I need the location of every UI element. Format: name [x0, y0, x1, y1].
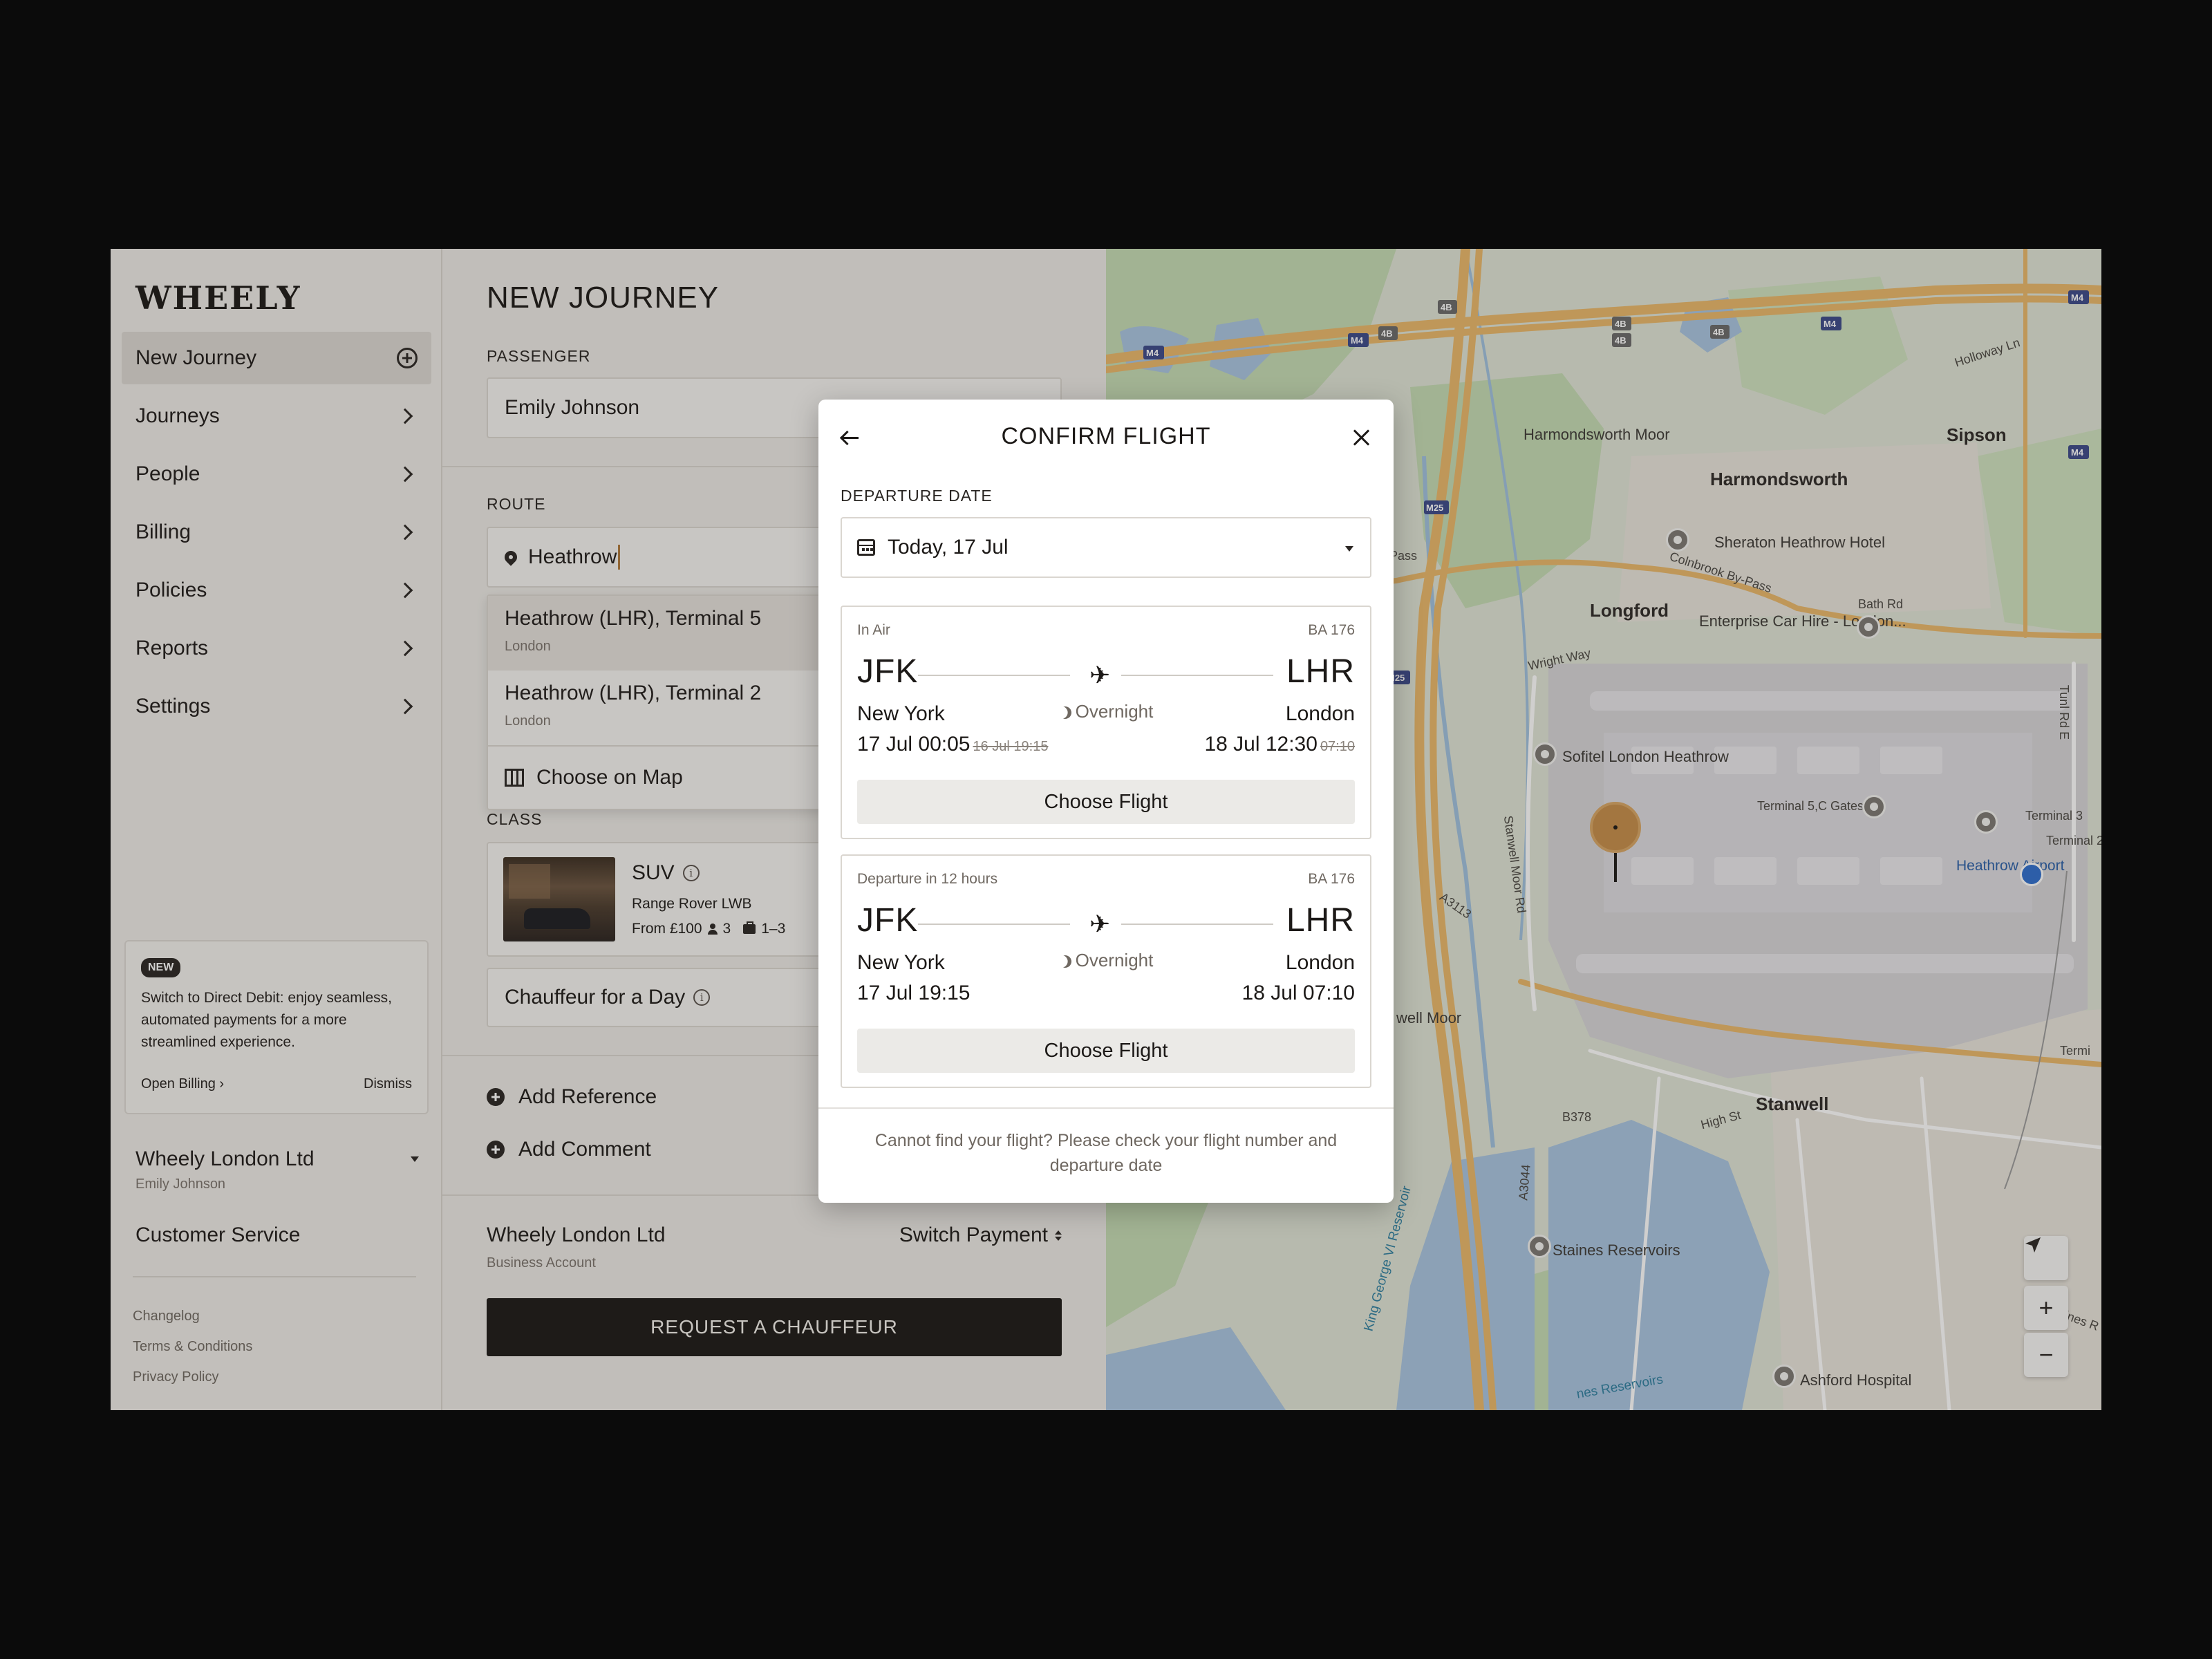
departure-time: 17 Jul 00:05 [857, 733, 971, 756]
calendar-icon [857, 539, 875, 556]
departure-date-select[interactable]: Today, 17 Jul [841, 517, 1371, 578]
close-icon[interactable] [1352, 429, 1370, 447]
destination-city: London [1285, 951, 1355, 974]
arrival-time: 18 Jul 12:30 [1204, 733, 1318, 756]
route-line [1121, 924, 1273, 925]
flight-status: Departure in 12 hours [857, 871, 998, 887]
overnight-label: Overnight [1075, 950, 1154, 971]
modal-divider [818, 1107, 1394, 1109]
flight-number: BA 176 [1308, 871, 1355, 887]
flight-card: In Air BA 176 JFK ✈ LHR New York Overnig… [841, 606, 1371, 839]
original-departure-time: 16 Jul 19:15 [973, 739, 1049, 754]
destination-code: LHR [1286, 902, 1355, 939]
confirm-flight-modal: CONFIRM FLIGHT DEPARTURE DATE Today, 17 … [818, 400, 1394, 1203]
plane-icon: ✈ [1089, 910, 1111, 938]
original-arrival-time: 07:10 [1320, 739, 1355, 754]
departure-date-value: Today, 17 Jul [888, 536, 1009, 559]
plane-icon: ✈ [1089, 661, 1111, 689]
origin-code: JFK [857, 653, 919, 690]
overnight-label: Overnight [1075, 701, 1154, 722]
caret-down-icon [1345, 546, 1353, 552]
departure-time: 17 Jul 19:15 [857, 982, 971, 1004]
route-line [918, 675, 1070, 676]
flight-number: BA 176 [1308, 622, 1355, 638]
modal-help-text: Cannot find your flight? Please check yo… [874, 1131, 1338, 1175]
modal-title: CONFIRM FLIGHT [1001, 423, 1211, 449]
moon-icon [1057, 953, 1073, 969]
departure-time-row: 17 Jul 00:05 16 Jul 19:15 [857, 733, 1048, 756]
arrival-time-row: 18 Jul 07:10 [1242, 982, 1355, 1005]
departure-date-label: DEPARTURE DATE [841, 487, 993, 505]
choose-flight-button[interactable]: Choose Flight [857, 780, 1355, 824]
flight-card: Departure in 12 hours BA 176 JFK ✈ LHR N… [841, 854, 1371, 1088]
destination-code: LHR [1286, 653, 1355, 690]
departure-time-row: 17 Jul 19:15 [857, 982, 970, 1005]
moon-icon [1057, 704, 1073, 720]
route-line [918, 924, 1070, 925]
flight-status: In Air [857, 622, 890, 638]
destination-city: London [1285, 702, 1355, 725]
route-line [1121, 675, 1273, 676]
arrival-time: 18 Jul 07:10 [1241, 982, 1355, 1004]
origin-code: JFK [857, 902, 919, 939]
choose-flight-button[interactable]: Choose Flight [857, 1029, 1355, 1073]
arrival-time-row: 18 Jul 12:30 07:10 [1204, 733, 1355, 756]
app-window: WHEELY New Journey Journeys People Billi… [111, 249, 2101, 1410]
